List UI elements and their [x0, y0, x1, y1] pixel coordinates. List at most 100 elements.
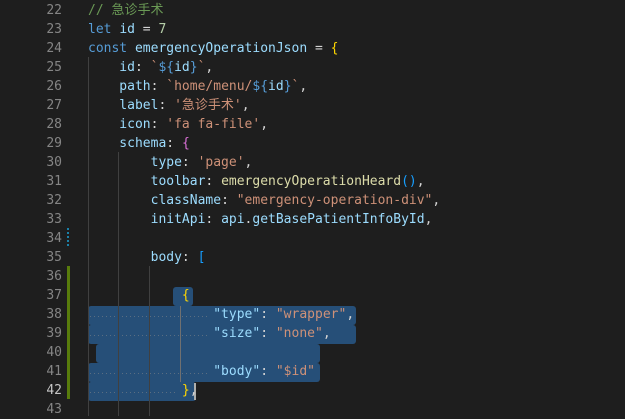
code-line[interactable]: 33 initApi: api.getBasePatientInfoById,	[0, 210, 625, 229]
code-token: const	[88, 41, 135, 56]
line-number: 41	[46, 364, 62, 379]
code-text: // 急诊手术	[88, 1, 163, 20]
code-token: ,	[416, 174, 425, 189]
code-line[interactable]: 35 body: [	[0, 248, 625, 267]
line-number: 29	[46, 136, 62, 151]
code-token: }	[283, 79, 292, 94]
code-token: schema	[88, 136, 167, 151]
code-token: }	[181, 383, 190, 398]
code-line[interactable]: 43	[0, 400, 625, 419]
code-token: "emergency-operation-div"	[236, 193, 433, 208]
code-token: label	[88, 98, 159, 113]
code-text: label: '急诊手术',	[88, 96, 249, 115]
code-text: const emergencyOperationJson = {	[88, 39, 338, 58]
code-line[interactable]: 32 className: "emergency-operation-div",	[0, 191, 625, 210]
code-line[interactable]: 38 "type": "wrapper",	[0, 305, 625, 324]
line-number: 34	[46, 231, 62, 246]
code-token: :	[166, 136, 182, 151]
line-number: 28	[46, 117, 62, 132]
code-line[interactable]: 26 path: `home/menu/${id}`,	[0, 77, 625, 96]
code-token: ,	[244, 155, 253, 170]
code-token: "none"	[275, 326, 323, 341]
code-token: id	[119, 22, 135, 37]
code-text: let id = 7	[88, 20, 166, 39]
code-line[interactable]: 36	[0, 267, 625, 286]
line-number: 27	[46, 98, 62, 113]
line-number: 35	[46, 250, 62, 265]
code-token: =	[134, 22, 159, 37]
code-token: '急诊手术'	[174, 98, 242, 113]
code-line[interactable]: 22 // 急诊手术	[0, 1, 625, 20]
code-token: [	[197, 250, 206, 265]
code-token: path	[88, 79, 151, 94]
code-token: "body"	[213, 364, 261, 379]
code-text: body: [	[88, 248, 206, 267]
code-token: body	[88, 250, 182, 265]
code-token: 'page'	[197, 155, 245, 170]
code-editor[interactable]: 22 // 急诊手术 23 let id = 7 24 const emergencyOp…	[0, 0, 625, 419]
code-text: path: `home/menu/${id}`,	[88, 77, 307, 96]
code-token: ${	[252, 79, 269, 94]
code-text: className: "emergency-operation-div",	[88, 191, 441, 210]
code-token: emergencyOperationJson	[134, 41, 308, 56]
code-text: "size": "none",	[88, 324, 331, 343]
code-line[interactable]: 24 const emergencyOperationJson = {	[0, 39, 625, 58]
code-line[interactable]: 34	[0, 229, 625, 248]
line-number: 26	[46, 79, 62, 94]
code-token: :	[158, 98, 175, 113]
code-token: getBasePatientInfoById	[252, 212, 425, 227]
code-line[interactable]: 23 let id = 7	[0, 20, 625, 39]
code-token: let	[88, 22, 120, 37]
code-token: :	[134, 60, 151, 75]
code-token: emergencyOperationHeard	[221, 174, 402, 189]
code-token: ,	[299, 79, 308, 94]
code-token: 7	[158, 22, 167, 37]
code-token: :	[205, 174, 222, 189]
code-line[interactable]: 41 "body": "$id"	[0, 362, 625, 381]
code-token: "wrapper"	[275, 307, 347, 322]
line-number: 24	[46, 41, 62, 56]
line-number: 23	[46, 22, 62, 37]
code-token: // 急诊手术	[88, 3, 164, 18]
code-token: toolbar	[88, 174, 206, 189]
line-number: 40	[46, 345, 62, 360]
code-token: "$id"	[275, 364, 315, 379]
code-token: ,	[346, 307, 355, 322]
code-token: }	[189, 60, 198, 75]
line-number: 38	[46, 307, 62, 322]
code-token: api	[221, 212, 245, 227]
code-line[interactable]: 31 toolbar: emergencyOperationHeard(),	[0, 172, 625, 191]
code-token: ${	[158, 60, 175, 75]
code-token: ()	[401, 174, 417, 189]
code-token: id	[268, 79, 284, 94]
code-token: "size"	[213, 326, 261, 341]
code-token: initApi	[88, 212, 206, 227]
code-line[interactable]: 42 },	[0, 381, 625, 400]
code-token: "type"	[213, 307, 261, 322]
code-token: id	[88, 60, 135, 75]
code-line[interactable]: 25 id: `${id}`,	[0, 58, 625, 77]
code-token: :	[260, 326, 276, 341]
code-token: ,	[189, 383, 198, 398]
code-text: "type": "wrapper",	[88, 305, 354, 324]
code-line[interactable]: 40	[0, 343, 625, 362]
code-token: ,	[424, 212, 433, 227]
code-token: ,	[260, 117, 269, 132]
code-text: toolbar: emergencyOperationHeard(),	[88, 172, 425, 191]
code-line[interactable]: 39 "size": "none",	[0, 324, 625, 343]
code-token: ,	[322, 326, 331, 341]
code-line[interactable]: 37 {	[0, 286, 625, 305]
code-line[interactable]: 30 type: 'page',	[0, 153, 625, 172]
code-line[interactable]: 29 schema: {	[0, 134, 625, 153]
line-number: 33	[46, 212, 62, 227]
code-token: =	[307, 41, 331, 56]
code-token: type	[88, 155, 182, 170]
code-line[interactable]: 28 icon: 'fa fa-file',	[0, 115, 625, 134]
code-token: icon	[88, 117, 151, 132]
code-token: {	[181, 136, 190, 151]
code-text: "body": "$id"	[88, 362, 315, 381]
code-line[interactable]: 27 label: '急诊手术',	[0, 96, 625, 115]
